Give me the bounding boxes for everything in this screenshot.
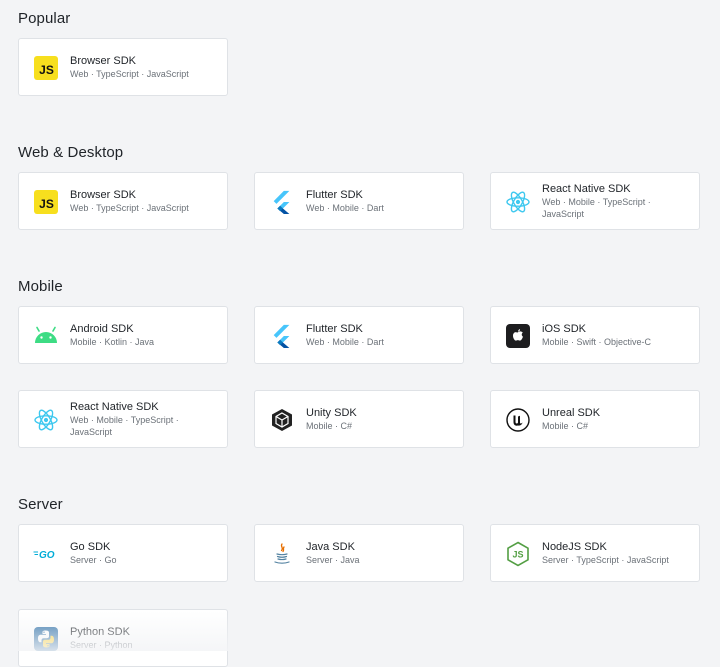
section-title-mobile: Mobile (18, 278, 63, 295)
sdk-card-python[interactable]: Python SDK Server · Python (18, 609, 228, 667)
nodejs-icon: JS (505, 541, 531, 567)
sdk-name: Python SDK (70, 626, 130, 638)
go-icon: GO (33, 541, 59, 567)
sdk-tags: Web · Mobile · Dart (306, 203, 384, 213)
sdk-card-browser-popular[interactable]: JS Browser SDK Web · TypeScript · JavaSc… (18, 38, 228, 96)
svg-text:JS: JS (512, 550, 523, 560)
sdk-tags: Mobile · C# (542, 421, 589, 431)
section-title-server: Server (18, 496, 63, 513)
sdk-tags: Web · TypeScript · JavaScript (70, 203, 189, 213)
android-icon (33, 323, 59, 349)
section-title-popular: Popular (18, 10, 71, 27)
sdk-card-ios[interactable]: iOS SDK Mobile · Swift · Objective-C (490, 306, 700, 364)
sdk-tags: Web · TypeScript · JavaScript (70, 69, 189, 79)
sdk-tags: Web · Mobile · Dart (306, 337, 384, 347)
react-icon (33, 407, 59, 433)
java-icon (269, 541, 295, 567)
section-title-web-desktop: Web & Desktop (18, 144, 124, 161)
sdk-name: Unreal SDK (542, 407, 601, 419)
sdk-tags: Web · Mobile · TypeScript · JavaScript (70, 415, 179, 437)
sdk-tags: Mobile · C# (306, 421, 353, 431)
sdk-card-android[interactable]: Android SDK Mobile · Kotlin · Java (18, 306, 228, 364)
unreal-icon (505, 407, 531, 433)
sdk-tags: Server · Java (306, 555, 360, 565)
sdk-name: NodeJS SDK (542, 541, 607, 553)
sdk-card-unity[interactable]: Unity SDK Mobile · C# (254, 390, 464, 448)
sdk-card-go[interactable]: GO Go SDK Server · Go (18, 524, 228, 582)
sdk-name: Flutter SDK (306, 323, 363, 335)
sdk-tags: Web · Mobile · TypeScript · JavaScript (542, 197, 651, 219)
flutter-icon (269, 189, 295, 215)
sdk-tags: Server · TypeScript · JavaScript (542, 555, 669, 565)
svg-text:JS: JS (39, 197, 54, 211)
sdk-card-react-native-mobile[interactable]: React Native SDK Web · Mobile · TypeScri… (18, 390, 228, 448)
sdk-card-browser[interactable]: JS Browser SDK Web · TypeScript · JavaSc… (18, 172, 228, 230)
sdk-tags: Server · Go (70, 555, 117, 565)
sdk-name: Browser SDK (70, 189, 137, 201)
sdk-card-unreal[interactable]: Unreal SDK Mobile · C# (490, 390, 700, 448)
javascript-icon: JS (33, 189, 59, 215)
sdk-name: Java SDK (306, 541, 355, 553)
sdk-name: Go SDK (70, 541, 111, 553)
sdk-name: React Native SDK (542, 183, 631, 195)
javascript-icon: JS (33, 55, 59, 81)
sdk-tags: Server · Python (70, 640, 133, 650)
sdk-card-nodejs[interactable]: JS NodeJS SDK Server · TypeScript · Java… (490, 524, 700, 582)
sdk-name: Flutter SDK (306, 189, 363, 201)
sdk-name: Android SDK (70, 323, 134, 335)
sdk-card-react-native[interactable]: React Native SDK Web · Mobile · TypeScri… (490, 172, 700, 230)
sdk-card-flutter-mobile[interactable]: Flutter SDK Web · Mobile · Dart (254, 306, 464, 364)
apple-icon (505, 323, 531, 349)
sdk-tags: Mobile · Swift · Objective-C (542, 337, 652, 347)
sdk-name: Unity SDK (306, 407, 357, 419)
sdk-tags: Mobile · Kotlin · Java (70, 337, 155, 347)
sdk-card-flutter[interactable]: Flutter SDK Web · Mobile · Dart (254, 172, 464, 230)
sdk-name: React Native SDK (70, 401, 159, 413)
sdk-card-java[interactable]: Java SDK Server · Java (254, 524, 464, 582)
svg-text:JS: JS (39, 63, 54, 77)
unity-icon (269, 407, 295, 433)
sdk-name: Browser SDK (70, 55, 137, 67)
svg-text:GO: GO (39, 550, 55, 561)
react-icon (505, 189, 531, 215)
python-icon (33, 626, 59, 652)
flutter-icon (269, 323, 295, 349)
sdk-name: iOS SDK (542, 323, 587, 335)
